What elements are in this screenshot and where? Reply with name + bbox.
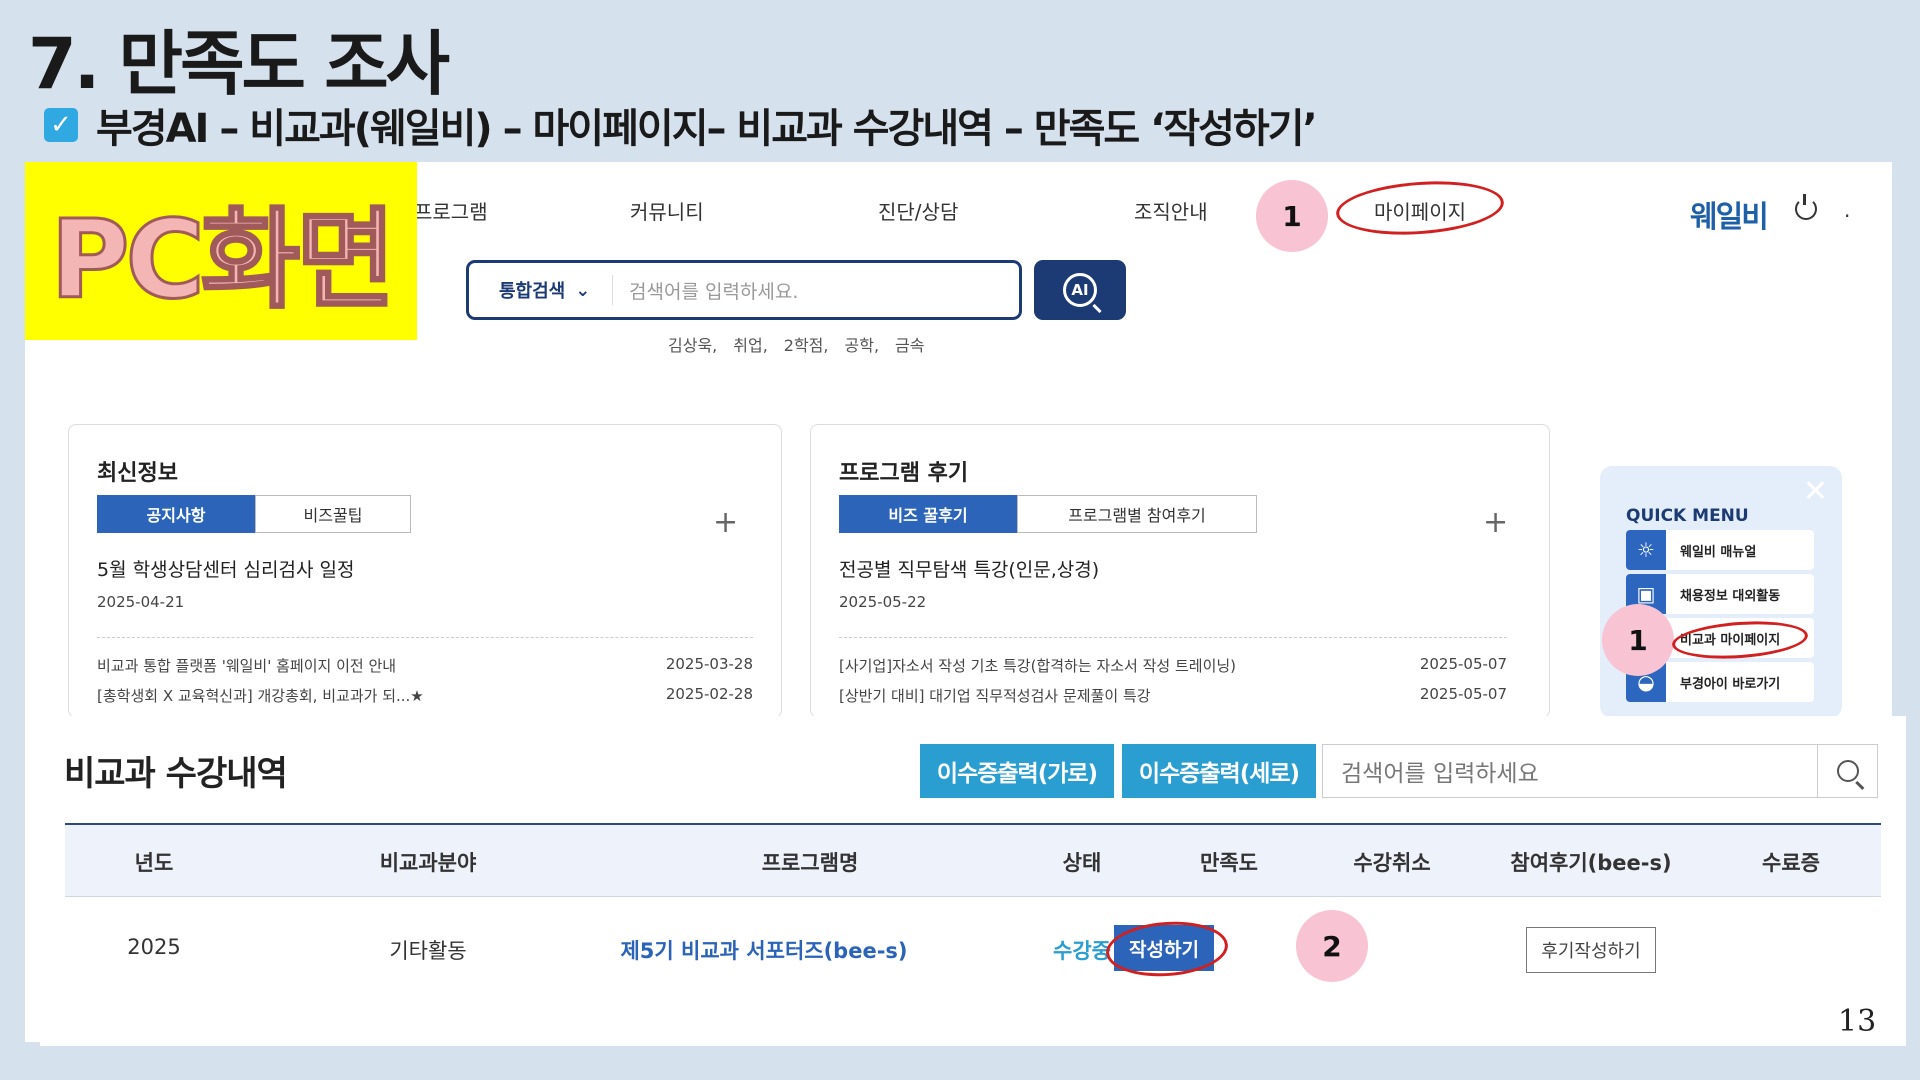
- search-scope-select[interactable]: 통합검색 ⌄: [469, 275, 613, 305]
- nav-organization[interactable]: 조직안내: [1134, 196, 1208, 225]
- news-headline[interactable]: 5월 학생상담센터 심리검사 일정: [97, 555, 354, 582]
- search-icon: [1836, 760, 1859, 782]
- keyword[interactable]: 2학점,: [784, 332, 829, 356]
- column-header: 수료증: [1762, 851, 1820, 875]
- quick-menu-title: QUICK MENU: [1626, 506, 1749, 526]
- records-search-input[interactable]: 검색어를 입력하세요: [1323, 754, 1817, 788]
- news-title: 최신정보: [97, 461, 178, 486]
- keyword[interactable]: 공학,: [845, 332, 880, 356]
- checkbox-icon: ✓: [44, 108, 78, 142]
- print-certificate-portrait-button[interactable]: 이수증출력(세로): [1122, 744, 1316, 798]
- review-title: 프로그램 후기: [839, 461, 969, 486]
- quick-item-manual[interactable]: ☼ 웨일비 매뉴얼: [1626, 530, 1814, 570]
- step-badge-1: 1: [1256, 180, 1328, 252]
- records-search: 검색어를 입력하세요: [1322, 744, 1878, 798]
- news-more-plus[interactable]: +: [713, 505, 738, 540]
- power-icon[interactable]: [1795, 194, 1817, 220]
- subtitle-text: 부경AI – 비교과(웨일비) – 마이페이지– 비교과 수강내역 – 만족도 …: [96, 106, 1318, 152]
- list-item-text: [총학생회 X 교육혁신과] 개강총회, 비교과가 되...★: [97, 687, 424, 705]
- quick-item-label: 채용정보 대외활동: [1680, 588, 1781, 604]
- sun-icon: ☼: [1626, 530, 1666, 570]
- column-header: 만족도: [1200, 851, 1258, 875]
- column-header: 프로그램명: [761, 851, 859, 875]
- records-title: 비교과 수강내역: [64, 754, 288, 794]
- step-badge-1-quick: 1: [1602, 604, 1674, 676]
- column-header: 년도: [134, 851, 174, 875]
- list-item-date: 2025-03-28: [665, 655, 753, 673]
- cell-program-link[interactable]: 제5기 비교과 서포터즈(bee-s): [620, 935, 907, 965]
- column-header: 수강취소: [1353, 851, 1431, 875]
- list-item-text: 비교과 통합 플랫폼 '웨일비' 홈페이지 이전 안내: [97, 657, 397, 675]
- tab-program-review[interactable]: 프로그램별 참여후기: [1017, 495, 1257, 533]
- nav-community[interactable]: 커뮤니티: [630, 196, 704, 225]
- search-scope-label: 통합검색: [499, 281, 566, 302]
- print-certificate-landscape-button[interactable]: 이수증출력(가로): [920, 744, 1114, 798]
- chevron-down-icon: ⌄: [575, 279, 591, 301]
- close-icon[interactable]: ✕: [1803, 474, 1828, 509]
- slide-title: 7. 만족도 조사: [28, 23, 450, 105]
- page-number: 13: [1838, 1004, 1877, 1039]
- list-item-text: [상반기 대비] 대기업 직무적성검사 문제풀이 특강: [839, 687, 1151, 705]
- nav-program[interactable]: 프로그램: [414, 196, 488, 225]
- records-table-header: 년도 비교과분야 프로그램명 상태 만족도 수강취소 참여후기(bee-s) 수…: [65, 823, 1881, 897]
- list-item-text: [사기업]자소서 작성 기초 특강(합격하는 자소서 작성 트레이닝): [839, 657, 1237, 675]
- list-item[interactable]: 비교과 통합 플랫폼 '웨일비' 홈페이지 이전 안내 2025-03-28: [97, 655, 753, 676]
- list-item-date: 2025-02-28: [665, 685, 753, 703]
- program-review-card: 프로그램 후기 비즈 꿀후기 프로그램별 참여후기 + 전공별 직무탐색 특강(…: [810, 424, 1550, 718]
- slide-subtitle: ✓ 부경AI – 비교과(웨일비) – 마이페이지– 비교과 수강내역 – 만족…: [44, 96, 1318, 154]
- header-dot: ·: [1844, 204, 1851, 228]
- review-tabs: 비즈 꿀후기 프로그램별 참여후기: [839, 495, 1257, 533]
- review-headline[interactable]: 전공별 직무탐색 특강(인문,상경): [839, 555, 1099, 582]
- keyword[interactable]: 취업,: [733, 332, 768, 356]
- nav-diagnosis[interactable]: 진단/상담: [878, 196, 958, 225]
- search-input[interactable]: 검색어를 입력하세요.: [613, 277, 798, 304]
- column-header: 참여후기(bee-s): [1510, 851, 1672, 875]
- news-divider: [97, 637, 753, 638]
- keyword[interactable]: 김상욱,: [668, 332, 717, 356]
- cell-field: 기타활동: [389, 939, 467, 963]
- records-search-button[interactable]: [1817, 745, 1877, 797]
- tab-notice[interactable]: 공지사항: [97, 495, 255, 533]
- step-badge-2: 2: [1296, 910, 1368, 982]
- list-item[interactable]: [상반기 대비] 대기업 직무적성검사 문제풀이 특강 2025-05-07: [839, 685, 1507, 706]
- list-item-date: 2025-05-07: [1419, 655, 1507, 673]
- column-header: 비교과분야: [379, 851, 477, 875]
- quick-menu: ✕ QUICK MENU ☼ 웨일비 매뉴얼 ▣ 채용정보 대외활동 ● 비교과…: [1600, 466, 1842, 718]
- cell-year: 2025: [127, 935, 181, 959]
- quick-item-label: 부경아이 바로가기: [1680, 676, 1781, 692]
- news-tabs: 공지사항 비즈꿀팁: [97, 495, 411, 533]
- list-item-date: 2025-05-07: [1419, 685, 1507, 703]
- popular-keywords: 김상욱, 취업, 2학점, 공학, 금속: [668, 332, 924, 356]
- pc-screen-label: PC화면: [25, 162, 417, 340]
- news-card: 최신정보 공지사항 비즈꿀팁 + 5월 학생상담센터 심리검사 일정 2025-…: [68, 424, 782, 718]
- news-headline-date: 2025-04-21: [97, 593, 185, 611]
- keyword[interactable]: 금속: [895, 332, 924, 356]
- tab-biz-review[interactable]: 비즈 꿀후기: [839, 495, 1017, 533]
- whalebee-logo[interactable]: 웨일비: [1690, 192, 1769, 236]
- pc-screen-label-text: PC화면: [49, 197, 397, 325]
- integrated-search[interactable]: 통합검색 ⌄ 검색어를 입력하세요.: [466, 260, 1022, 320]
- tab-biz-tips[interactable]: 비즈꿀팁: [255, 495, 411, 533]
- ai-search-icon: AI: [1063, 273, 1097, 307]
- column-header: 상태: [1062, 851, 1102, 875]
- cell-status: 수강중: [1053, 939, 1111, 963]
- ai-search-button[interactable]: AI: [1034, 260, 1126, 320]
- list-item[interactable]: [사기업]자소서 작성 기초 특강(합격하는 자소서 작성 트레이닝) 2025…: [839, 655, 1507, 676]
- review-headline-date: 2025-05-22: [839, 593, 927, 611]
- review-divider: [839, 637, 1507, 638]
- quick-item-label: 웨일비 매뉴얼: [1680, 544, 1757, 560]
- review-more-plus[interactable]: +: [1483, 505, 1508, 540]
- write-review-button[interactable]: 후기작성하기: [1526, 927, 1656, 973]
- list-item[interactable]: [총학생회 X 교육혁신과] 개강총회, 비교과가 되...★ 2025-02-…: [97, 685, 753, 706]
